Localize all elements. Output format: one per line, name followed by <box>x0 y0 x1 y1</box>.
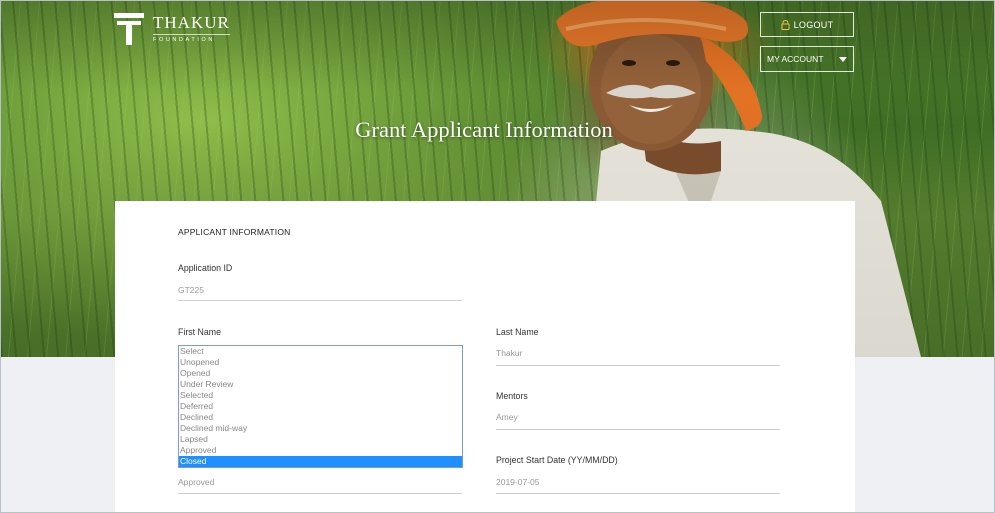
project-start-underline <box>496 493 780 494</box>
section-title: APPLICANT INFORMATION <box>178 227 291 237</box>
dropdown-option[interactable]: Approved <box>179 445 462 456</box>
dropdown-option[interactable]: Lapsed <box>179 434 462 445</box>
application-id-underline <box>178 300 462 301</box>
dropdown-option[interactable]: Select <box>179 346 462 357</box>
dropdown-option[interactable]: Declined mid-way <box>179 423 462 434</box>
dropdown-option[interactable]: Opened <box>179 368 462 379</box>
my-account-label: MY ACCOUNT <box>767 54 824 64</box>
last-name-underline <box>496 365 780 366</box>
logo-name: THAKUR <box>153 13 230 32</box>
my-account-dropdown[interactable]: MY ACCOUNT <box>760 46 854 72</box>
logo-text: THAKUR FOUNDATION <box>153 13 230 43</box>
logout-button[interactable]: LOGOUT <box>760 12 854 37</box>
mentors-label: Mentors <box>496 391 528 401</box>
first-name-underline <box>178 493 462 494</box>
first-name-dropdown-list[interactable]: Select Unopened Opened Under Review Selected… <box>178 345 463 468</box>
last-name-label: Last Name <box>496 327 539 337</box>
mentors-field[interactable]: Amey <box>496 412 518 422</box>
dropdown-option[interactable]: Unopened <box>179 357 462 368</box>
caret-down-icon <box>839 57 847 62</box>
application-id-field[interactable]: GT225 <box>178 285 204 295</box>
dropdown-option[interactable]: Selected <box>179 390 462 401</box>
application-id-label: Application ID <box>178 263 233 273</box>
project-start-label: Project Start Date (YY/MM/DD) <box>496 455 618 465</box>
logout-label: LOGOUT <box>793 19 834 30</box>
mentors-underline <box>496 429 780 430</box>
app-frame: THAKUR FOUNDATION LOGOUT MY ACCOUNT Gran… <box>0 0 995 513</box>
page-title: Grant Applicant Information <box>355 117 613 142</box>
dropdown-option[interactable]: Declined <box>179 412 462 423</box>
logo-subtitle: FOUNDATION <box>153 34 230 43</box>
last-name-field[interactable]: Thakur <box>496 348 522 358</box>
dropdown-option[interactable]: Deferred <box>179 401 462 412</box>
first-name-label: First Name <box>178 327 222 337</box>
lock-icon <box>781 19 790 30</box>
dropdown-option[interactable]: Under Review <box>179 379 462 390</box>
dropdown-option[interactable]: Closed <box>179 456 462 467</box>
brand-logo[interactable]: THAKUR FOUNDATION <box>114 13 230 45</box>
logo-mark-icon <box>114 13 144 45</box>
applicant-form-card: APPLICANT INFORMATION Application ID GT2… <box>115 201 855 512</box>
first-name-select-value[interactable]: Approved <box>178 477 214 487</box>
project-start-field[interactable]: 2019-07-05 <box>496 477 539 487</box>
